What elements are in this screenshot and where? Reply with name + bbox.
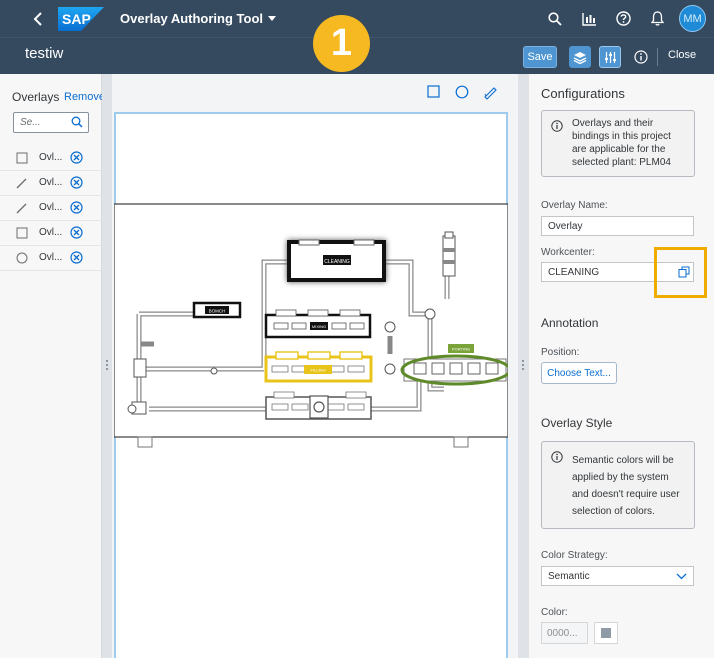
color-strategy-select[interactable]: Semantic	[541, 566, 694, 586]
pump	[133, 358, 147, 378]
workcenter-label: Workcenter:	[541, 247, 595, 258]
process-diagram[interactable]: CLEANING BOMCH MIXING FILLING PORTING	[114, 184, 508, 462]
choose-text-button[interactable]: Choose Text...	[541, 362, 617, 384]
color-swatch	[601, 628, 611, 638]
info-icon	[551, 120, 563, 132]
overlay-name: Ovl...	[39, 152, 63, 163]
list-item[interactable]: Ovl...	[0, 196, 101, 221]
header-separator	[657, 48, 658, 66]
rectangle-icon	[16, 152, 28, 164]
overlay-name-label: Overlay Name:	[541, 200, 608, 211]
left-splitter[interactable]	[102, 74, 112, 658]
filling-label: FILLING	[310, 368, 325, 373]
info-button[interactable]	[630, 46, 652, 68]
grip-handle[interactable]	[521, 360, 525, 372]
mixing-label: MIXING	[312, 324, 326, 329]
back-icon[interactable]	[24, 7, 52, 31]
copy-icon[interactable]	[678, 266, 690, 278]
rectangle-icon	[16, 227, 28, 239]
list-item[interactable]: Ovl...	[0, 171, 101, 196]
valve	[384, 321, 396, 333]
app-title: Overlay Authoring Tool	[120, 11, 264, 26]
overlay-name: Ovl...	[39, 252, 63, 263]
page-title: testiw	[25, 45, 64, 62]
layers-button[interactable]	[569, 46, 591, 68]
help-icon[interactable]	[609, 5, 637, 33]
step-badge: 1	[313, 15, 370, 72]
sliders-icon	[604, 51, 616, 63]
color-strategy-value: Semantic	[548, 571, 590, 582]
style-info-text: Semantic colors will be applied by the s…	[572, 455, 680, 517]
valve	[384, 363, 396, 375]
app-title-menu[interactable]: Overlay Authoring Tool	[120, 11, 277, 26]
base-foot	[137, 436, 153, 448]
circle-icon	[16, 252, 28, 264]
style-info-box: Semantic colors will be applied by the s…	[541, 441, 695, 529]
rectangle-tool-icon[interactable]	[426, 84, 442, 100]
annotation-title: Annotation	[541, 316, 599, 330]
info-icon	[634, 50, 648, 64]
overlay-search-input[interactable]: Se...	[13, 112, 89, 133]
overlay-name: Ovl...	[39, 177, 63, 188]
freehand-icon	[16, 203, 27, 214]
freehand-tool-icon[interactable]	[482, 84, 498, 100]
right-splitter[interactable]	[518, 74, 529, 658]
search-icon[interactable]	[541, 5, 569, 33]
bomch-label: BOMCH	[209, 309, 226, 314]
save-button[interactable]: Save	[523, 46, 557, 68]
avatar[interactable]: MM	[679, 5, 706, 32]
freehand-icon	[16, 178, 27, 189]
search-icon[interactable]	[71, 116, 83, 128]
overlay-name: Ovl...	[39, 202, 63, 213]
base-foot	[453, 436, 469, 448]
bell-icon[interactable]	[643, 5, 671, 33]
overlays-panel: Overlays Remove Se... Ovl... Ovl... Ovl.…	[0, 74, 105, 658]
settings-button[interactable]	[599, 46, 621, 68]
overlay-name: Ovl...	[39, 227, 63, 238]
info-icon	[551, 451, 563, 463]
layers-icon	[573, 51, 587, 64]
delete-icon[interactable]	[70, 201, 83, 214]
plant-info-text: Overlays and their bindings in this proj…	[572, 118, 671, 168]
color-picker-button[interactable]	[594, 622, 618, 644]
color-strategy-label: Color Strategy:	[541, 550, 608, 561]
delete-icon[interactable]	[70, 251, 83, 264]
overlay-name-input[interactable]: Overlay	[541, 216, 694, 236]
cleaning-label: CLEANING	[324, 259, 350, 265]
porting-label: PORTING	[452, 347, 470, 352]
caret-down-icon	[268, 15, 277, 21]
remove-link[interactable]: Remove	[64, 91, 105, 103]
chevron-down-icon[interactable]	[676, 571, 687, 581]
position-label: Position:	[541, 347, 580, 358]
close-button[interactable]: Close	[668, 49, 696, 61]
search-placeholder: Se...	[20, 117, 41, 128]
chart-icon[interactable]	[575, 5, 603, 33]
svg-text:SAP: SAP	[62, 11, 91, 27]
overlay-list: Ovl... Ovl... Ovl... Ovl... Ovl...	[0, 146, 101, 271]
overlays-title: Overlays	[12, 90, 60, 104]
configurations-title: Configurations	[541, 86, 625, 101]
sap-logo: SAP	[58, 6, 104, 31]
delete-icon[interactable]	[70, 151, 83, 164]
list-item[interactable]: Ovl...	[0, 246, 101, 271]
delete-icon[interactable]	[70, 226, 83, 239]
delete-icon[interactable]	[70, 176, 83, 189]
color-input[interactable]: 0000...	[541, 622, 588, 644]
color-label: Color:	[541, 607, 568, 618]
tower	[442, 235, 456, 277]
circle-tool-icon[interactable]	[454, 84, 470, 100]
overlay-style-title: Overlay Style	[541, 416, 613, 430]
configurations-panel: Configurations Overlays and their bindin…	[529, 74, 714, 658]
plant-info-box: Overlays and their bindings in this proj…	[541, 110, 695, 177]
grip-handle[interactable]	[105, 360, 109, 372]
list-item[interactable]: Ovl...	[0, 221, 101, 246]
list-item[interactable]: Ovl...	[0, 146, 101, 171]
